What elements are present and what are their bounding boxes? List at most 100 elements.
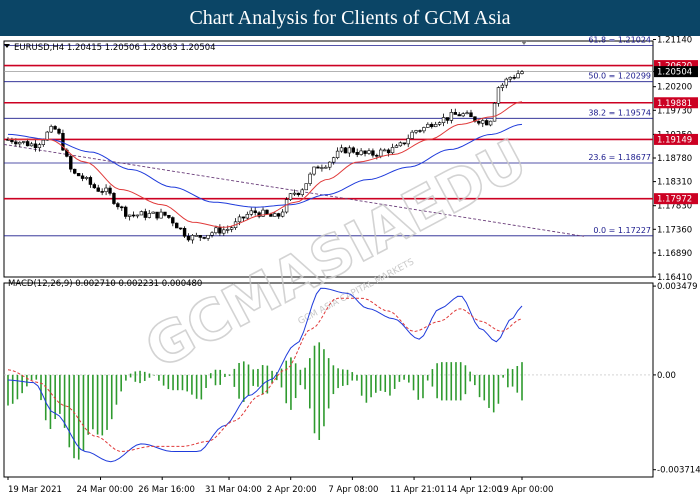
macd-histogram-bar: [233, 368, 236, 387]
macd-histogram-bar: [408, 374, 410, 383]
candle-up: [379, 149, 383, 157]
fib-level-label: 50.0 = 1.20299: [588, 72, 651, 81]
macd-histogram-bar: [502, 374, 504, 378]
macd-histogram-bar: [469, 371, 471, 382]
macd-histogram-bar: [181, 374, 184, 391]
macd-histogram-bar: [49, 374, 52, 430]
candle-down: [108, 187, 112, 194]
macd-histogram-bar: [511, 369, 514, 387]
candle-up: [29, 143, 34, 147]
macd-histogram-bar: [337, 368, 339, 389]
candle-down: [178, 227, 183, 230]
candle-down: [363, 150, 367, 154]
candle-up: [367, 150, 371, 154]
macd-histogram-bar: [224, 373, 226, 378]
macd-histogram-bar: [209, 373, 212, 379]
candle-down: [386, 149, 391, 154]
macd-histogram-bar: [299, 369, 302, 386]
candle-up: [433, 124, 438, 128]
macd-histogram-bar: [252, 369, 255, 386]
macd-y-tick-label: -0.003714: [657, 466, 700, 476]
candle-up: [273, 213, 277, 217]
candle-down: [202, 237, 206, 239]
candle-up: [41, 139, 46, 145]
candle-down: [402, 142, 406, 145]
y-tick-label: 1.17360: [657, 225, 692, 235]
candle-down: [88, 177, 93, 185]
candle-up: [441, 117, 446, 123]
macd-histogram-bar: [21, 374, 23, 394]
macd-histogram-bar: [384, 374, 387, 392]
x-tick-label: 19 Mar 2021: [8, 485, 62, 495]
candle-down: [25, 141, 30, 147]
candle-down: [92, 184, 97, 189]
candle-up: [151, 211, 155, 214]
macd-histogram-bar: [323, 349, 325, 427]
candle-up: [426, 123, 430, 128]
candle-down: [457, 114, 461, 117]
candle-down: [80, 175, 85, 179]
candle-down: [241, 216, 246, 219]
macd-histogram-bar: [120, 374, 122, 392]
macd-histogram-bar: [186, 374, 188, 392]
macd-histogram-bar: [478, 374, 481, 398]
candle-down: [171, 217, 175, 224]
macd-histogram-bar: [7, 374, 9, 406]
price-chart: 1.211401.205001.202001.197301.192501.187…: [0, 36, 700, 500]
candle-up: [394, 145, 399, 148]
macd-histogram-bar: [426, 374, 429, 381]
macd-histogram-bar: [360, 374, 363, 396]
macd-histogram-bar: [26, 374, 28, 387]
candle-up: [249, 210, 253, 215]
candle-up: [300, 189, 304, 196]
candle-down: [484, 120, 489, 126]
fib-level-label: 0.0 = 1.17227: [593, 226, 651, 235]
candle-up: [500, 84, 505, 88]
macd-histogram-bar: [516, 366, 519, 393]
y-tick-label: 1.16890: [657, 249, 692, 259]
candle-down: [120, 206, 124, 209]
candle-up: [214, 227, 218, 234]
x-tick-label: 2 Apr 20:00: [267, 485, 317, 495]
macd-histogram-bar: [294, 363, 297, 399]
candle-up: [280, 211, 285, 217]
candle-up: [292, 192, 297, 195]
macd-histogram-bar: [375, 374, 377, 393]
fib-level-label: 23.6 = 1.18677: [588, 153, 651, 162]
symbol-label: EURUSD,H4 1.20415 1.20506 1.20363 1.2050…: [14, 43, 216, 53]
candle-up: [496, 87, 501, 104]
macd-histogram-bar: [492, 374, 495, 413]
sr-level-tag-text: 1.19149: [657, 135, 692, 145]
candle-up: [222, 229, 226, 234]
macd-histogram-bar: [257, 368, 259, 387]
candle-up: [245, 214, 250, 219]
macd-histogram-bar: [247, 364, 250, 396]
macd-histogram-bar: [35, 374, 38, 380]
macd-histogram-bar: [412, 374, 415, 391]
candle-up: [410, 131, 414, 139]
candle-up: [304, 183, 308, 191]
macd-histogram-bar: [332, 365, 335, 395]
candle-up: [414, 130, 418, 133]
candle-up: [504, 78, 509, 86]
macd-histogram-bar: [153, 374, 155, 376]
macd-histogram-bar: [285, 360, 288, 404]
macd-histogram-bar: [191, 374, 193, 395]
macd-histogram-bar: [403, 374, 405, 380]
x-tick-label: 24 Mar 00:00: [77, 485, 134, 495]
candle-down: [116, 203, 120, 208]
macd-histogram-bar: [167, 374, 170, 390]
macd-histogram-bar: [417, 374, 420, 400]
candle-up: [308, 173, 312, 184]
macd-histogram-bar: [115, 374, 118, 405]
macd-histogram-bar: [214, 369, 217, 386]
x-tick-label: 26 Mar 16:00: [138, 485, 195, 495]
macd-histogram-bar: [59, 374, 61, 414]
candle-up: [390, 147, 395, 154]
macd-histogram-bar: [351, 372, 354, 381]
candle-up: [481, 120, 485, 124]
macd-histogram-bar: [497, 374, 500, 404]
candle-up: [406, 138, 410, 145]
macd-histogram-bar: [176, 374, 179, 391]
macd-histogram-bar: [304, 367, 306, 390]
